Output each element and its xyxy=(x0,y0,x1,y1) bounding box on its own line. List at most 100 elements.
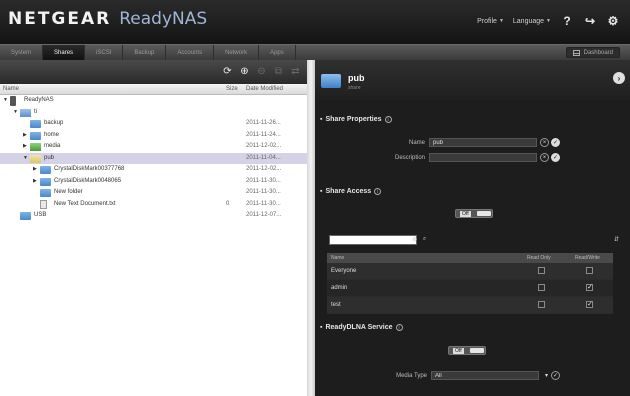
tree-row[interactable]: backup 2011-11-26... xyxy=(0,118,307,130)
media-type-label: Media Type xyxy=(396,373,427,379)
tree-item-date: 2011-11-26... xyxy=(246,120,281,126)
revert-icon[interactable]: × xyxy=(540,153,549,162)
info-icon[interactable]: i xyxy=(384,116,392,123)
toggle-knob xyxy=(470,348,484,353)
dashboard-button[interactable]: Dashboard xyxy=(565,47,620,58)
folder-icon xyxy=(30,120,41,128)
tree-row[interactable]: ▶ media 2011-12-02... xyxy=(0,141,307,153)
close-panel-icon[interactable]: › xyxy=(613,72,625,84)
tree-row[interactable]: New folder 2011-11-30... xyxy=(0,187,307,199)
tree-row[interactable]: ▼ pub 2011-11-04... xyxy=(0,152,307,164)
tree-item-date: 2011-11-30... xyxy=(246,177,281,184)
refresh-icon[interactable]: ⟳ xyxy=(222,66,233,77)
readydlna-title[interactable]: ▪ ReadyDLNA Service i xyxy=(320,324,403,331)
share-name-input[interactable] xyxy=(429,138,537,147)
access-row: Everyone xyxy=(327,263,613,280)
apply-icon[interactable]: ✓ xyxy=(551,153,560,162)
tree-row[interactable]: ▼ ReadyNAS xyxy=(0,95,307,107)
share-browser-panel: ⟳ ⊕ ⊖ ⧉ ⇄ Name Size Date Modified ▼ Ready… xyxy=(0,60,307,396)
col-name[interactable]: Name xyxy=(3,86,19,92)
chevron-down-icon: ▼ xyxy=(498,18,504,24)
access-row: test ✓ xyxy=(327,297,613,314)
read-write-checkbox[interactable] xyxy=(586,267,593,274)
settings-icon[interactable]: ⚙ xyxy=(606,14,620,28)
refresh-icon[interactable]: ⇵ xyxy=(612,235,621,244)
tree-item-date: 2011-12-02... xyxy=(246,143,282,149)
revert-icon[interactable]: × xyxy=(540,138,549,147)
logout-icon[interactable]: ↪ xyxy=(583,14,597,28)
tab-iscsi[interactable]: iSCSI xyxy=(85,45,124,60)
profile-menu[interactable]: Profile ▼ xyxy=(477,18,504,25)
share-header: pub share › xyxy=(315,60,630,100)
info-icon[interactable]: i xyxy=(395,324,403,331)
main-tab-bar: System Shares iSCSI Backup Accounts Network Ap… xyxy=(0,44,630,60)
tab-shares[interactable]: Shares xyxy=(43,45,86,60)
language-menu[interactable]: Language ▼ xyxy=(513,18,551,25)
tab-accounts[interactable]: Accounts xyxy=(166,45,215,60)
share-access-toggle[interactable]: Off xyxy=(455,209,493,218)
add-share-icon[interactable]: ⊕ xyxy=(239,66,250,77)
tree-row[interactable]: New Text Document.txt 0 2011-11-30... xyxy=(0,199,307,211)
tree-item-name: backup xyxy=(44,120,64,126)
tree-row[interactable]: ▶ home 2011-11-24... xyxy=(0,130,307,142)
apply-icon[interactable]: ✓ xyxy=(551,138,560,147)
tree-row[interactable]: ▼ ti xyxy=(0,107,307,119)
access-table-body: Everyone admin ✓ test ✓ xyxy=(327,263,613,314)
tree-row[interactable]: ▶ CrystalDiskMark0048065 2011-11-30... xyxy=(0,176,307,188)
share-description-input[interactable] xyxy=(429,153,537,162)
access-user-name: admin xyxy=(331,285,348,291)
share-properties-title[interactable]: ▪ Share Properties i xyxy=(320,116,392,123)
help-icon[interactable]: ? xyxy=(560,14,574,28)
expand-arrow-icon[interactable]: ▶ xyxy=(23,132,28,138)
move-icon[interactable]: ⇄ xyxy=(290,66,301,77)
apply-icon[interactable]: ✓ xyxy=(551,371,560,380)
collapse-arrow-icon[interactable]: ▼ xyxy=(13,109,18,115)
expand-arrow-icon[interactable]: ▶ xyxy=(33,166,38,172)
folder-icon xyxy=(40,189,51,197)
delete-icon[interactable]: ⊖ xyxy=(256,66,267,77)
tab-apps[interactable]: Apps xyxy=(259,45,296,60)
collapse-arrow-icon[interactable]: ▼ xyxy=(3,97,8,103)
col-date[interactable]: Date Modified xyxy=(246,86,283,92)
tab-backup[interactable]: Backup xyxy=(123,45,167,60)
expand-arrow-icon[interactable]: ▶ xyxy=(33,178,38,184)
tree-item-name: USB xyxy=(34,212,47,218)
readydlna-toggle[interactable]: Off xyxy=(448,346,486,355)
copy-icon[interactable]: ⧉ xyxy=(273,66,284,77)
folder-icon xyxy=(40,166,51,174)
tab-system[interactable]: System xyxy=(0,45,44,60)
search-icon[interactable]: ⌕ xyxy=(420,235,429,244)
media-folder-icon xyxy=(30,143,41,151)
profile-label: Profile xyxy=(477,17,497,25)
collapse-arrow-icon[interactable]: ▼ xyxy=(23,155,28,161)
volume-icon xyxy=(20,108,31,117)
info-icon[interactable]: i xyxy=(374,188,382,195)
expand-arrow-icon[interactable]: ▶ xyxy=(23,143,28,149)
read-write-checkbox[interactable]: ✓ xyxy=(586,284,593,291)
panel-splitter[interactable] xyxy=(307,60,315,396)
read-only-checkbox[interactable] xyxy=(538,301,545,308)
folder-icon xyxy=(321,74,341,88)
dropdown-icon[interactable]: ▾ xyxy=(542,371,551,380)
tabs: System Shares iSCSI Backup Accounts Network Ap… xyxy=(0,45,296,60)
tree-item-date: 2011-11-04... xyxy=(246,154,281,161)
clear-filter-icon[interactable]: ⊗ xyxy=(410,235,419,244)
tree-row[interactable]: USB 2011-12-07... xyxy=(0,210,307,222)
tab-network[interactable]: Network xyxy=(214,45,260,60)
col-size[interactable]: Size xyxy=(226,86,238,92)
tree-row[interactable]: ▶ CrystalDiskMark00377768 2011-12-02... xyxy=(0,164,307,176)
media-type-select[interactable] xyxy=(431,371,539,380)
dashboard-icon xyxy=(572,49,580,56)
folder-icon xyxy=(30,131,41,140)
th-read-only: Read Only xyxy=(527,255,551,261)
toggle-state: Off xyxy=(460,211,471,217)
tree-item-name: New Text Document.txt xyxy=(54,200,116,207)
share-tree: ▼ ReadyNAS ▼ ti backup 2011-11-26... ▶ home 2011… xyxy=(0,95,307,222)
share-access-title[interactable]: ▪ Share Access i xyxy=(320,188,382,195)
tree-item-name: CrystalDiskMark00377768 xyxy=(54,166,125,172)
read-write-checkbox[interactable]: ✓ xyxy=(586,301,593,308)
user-filter-input[interactable] xyxy=(329,235,417,245)
tree-item-date: 2011-12-02... xyxy=(246,166,282,172)
read-only-checkbox[interactable] xyxy=(538,267,545,274)
read-only-checkbox[interactable] xyxy=(538,284,545,291)
